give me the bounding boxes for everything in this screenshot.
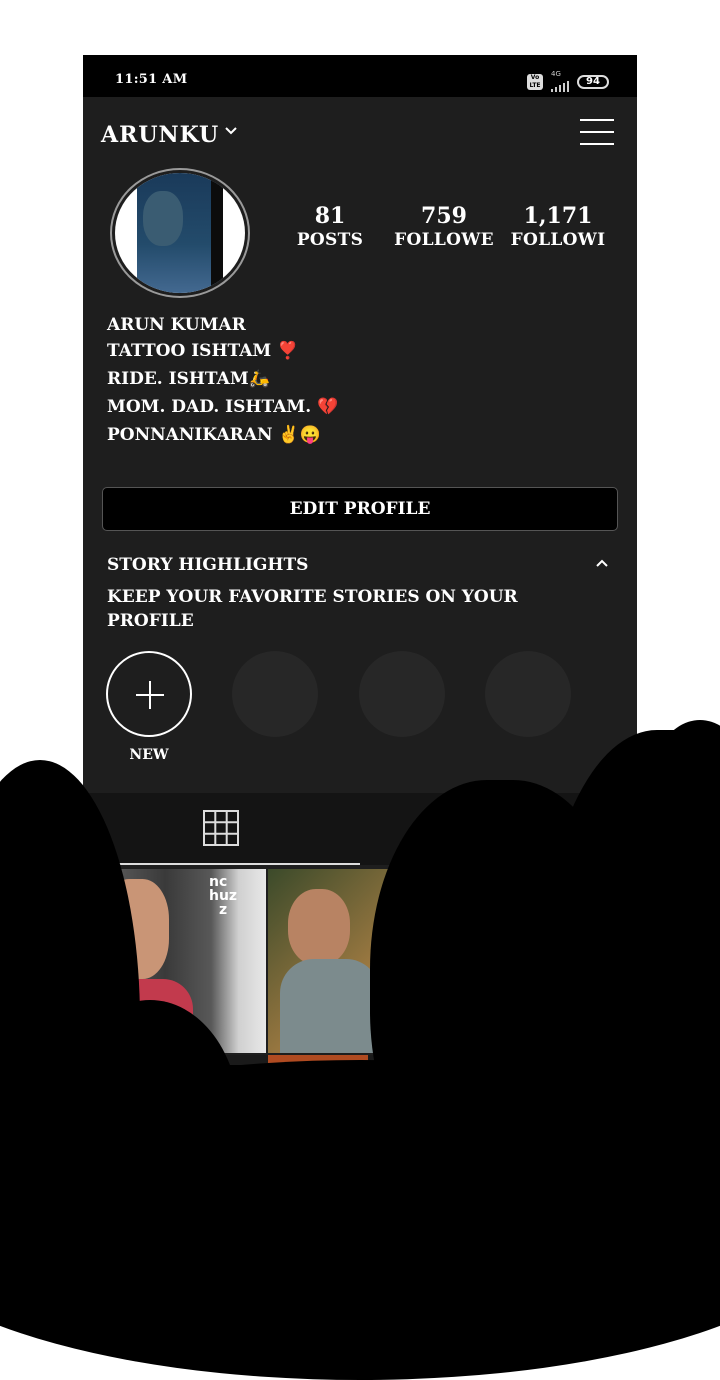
tagged-icon[interactable] xyxy=(479,811,515,847)
bio-line: PONNANIKARAN ✌️😛 xyxy=(107,425,321,445)
new-highlight-button[interactable] xyxy=(106,651,192,737)
active-tab-indicator xyxy=(83,863,360,865)
post-thumbnail[interactable] xyxy=(453,869,637,1053)
search-icon[interactable] xyxy=(228,1095,266,1133)
post-thumbnail[interactable] xyxy=(268,869,451,1053)
signal-icon xyxy=(551,78,569,92)
status-time: 11:51 AM xyxy=(115,72,188,87)
post-caption-line: z xyxy=(219,902,228,918)
new-highlight-label: NEW xyxy=(129,747,169,763)
story-highlights-description: KEEP YOUR FAVORITE STORIES ON YOUR PROFI… xyxy=(107,587,518,631)
volte-icon: Vo LTE xyxy=(527,73,543,90)
post-caption-line: nc xyxy=(209,874,228,890)
network-type: 4G xyxy=(551,70,561,78)
chevron-down-icon[interactable] xyxy=(225,127,237,135)
avatar-photo xyxy=(115,173,245,293)
post-caption-line: huz xyxy=(209,888,238,904)
posts-count: 81 xyxy=(314,203,346,229)
bio-line: MOM. DAD. ISHTAM. 💔 xyxy=(107,397,339,417)
following-count: 1,171 xyxy=(523,203,593,229)
bio-line: TATTOO ISHTAM ❣️ xyxy=(107,341,299,361)
profile-tabs xyxy=(83,793,637,865)
status-icons: Vo LTE 4G 94 xyxy=(527,71,609,92)
post-caption: nc huz z xyxy=(209,875,237,917)
status-bar: 11:51 AM Vo LTE 4G 94 xyxy=(83,55,637,97)
bio: ARUN KUMAR TATTOO ISHTAM ❣️ RIDE. ISHTAM… xyxy=(107,313,338,449)
grid-icon[interactable] xyxy=(203,810,239,846)
highlight-placeholder xyxy=(232,651,318,737)
stat-posts[interactable]: 81 POSTS xyxy=(289,203,371,251)
bio-line: RIDE. ISHTAM🛵 xyxy=(107,369,270,389)
profile-header: ARUNKU xyxy=(83,97,637,172)
username-switcher[interactable]: ARUNKU xyxy=(101,122,219,148)
stat-followers[interactable]: 759 FOLLOWE xyxy=(391,203,497,251)
followers-label: FOLLOWE xyxy=(394,230,494,250)
followers-count: 759 xyxy=(421,203,467,229)
avatar[interactable] xyxy=(110,168,250,298)
story-highlights-title: STORY HIGHLIGHTS xyxy=(107,555,309,575)
highlight-placeholder xyxy=(359,651,445,737)
menu-icon[interactable] xyxy=(580,119,614,147)
battery-icon: 94 xyxy=(577,74,609,89)
edit-profile-button[interactable]: EDIT PROFILE xyxy=(102,487,618,531)
posts-label: POSTS xyxy=(296,230,364,250)
highlight-placeholder xyxy=(485,651,571,737)
post-thumbnail[interactable]: nc huz z xyxy=(83,869,266,1053)
signal-group: 4G xyxy=(551,71,569,92)
chevron-up-icon[interactable] xyxy=(595,559,609,568)
bio-name: ARUN KUMAR xyxy=(107,315,246,335)
phone-screen: 11:51 AM Vo LTE 4G 94 ARUNKU 81 POSTS 75… xyxy=(83,55,637,1280)
following-label: FOLLOWI xyxy=(510,230,606,250)
add-post-icon[interactable] xyxy=(341,1095,369,1133)
stat-following[interactable]: 1,171 FOLLOWI xyxy=(507,203,609,251)
